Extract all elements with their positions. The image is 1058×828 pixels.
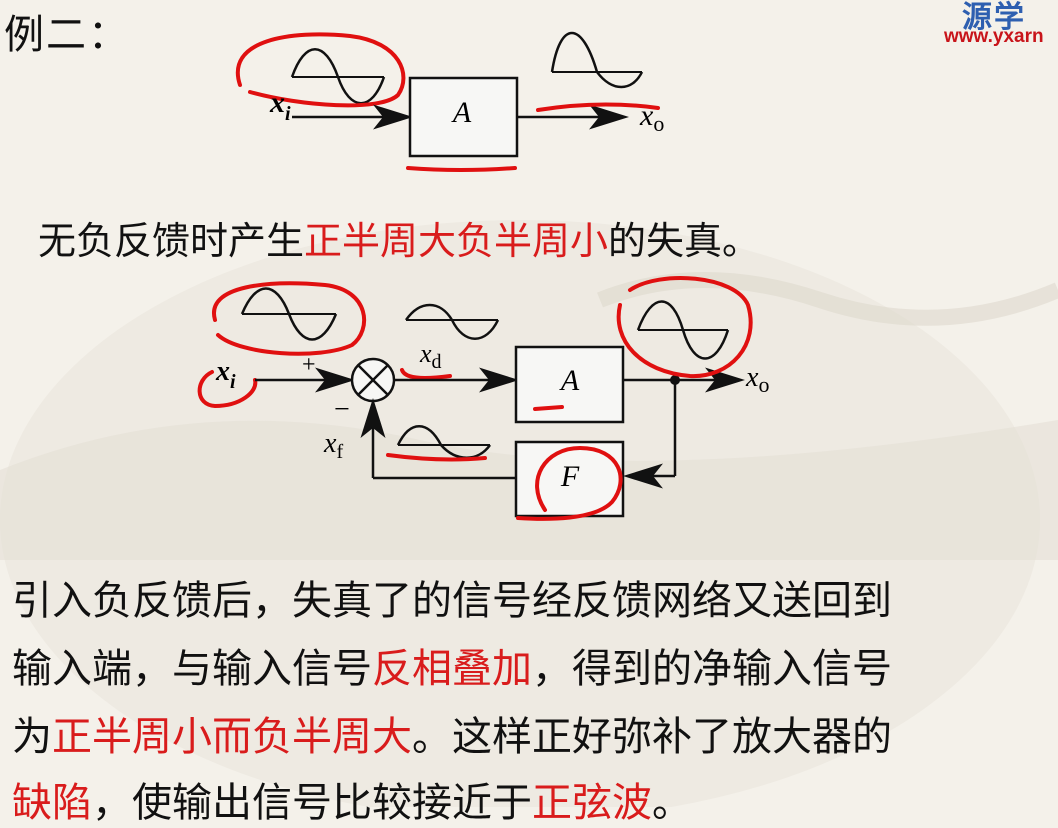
red-underline-block <box>406 166 517 172</box>
para-line3-b: 。这样正好弥补了放大器的 <box>412 714 892 760</box>
red-annotation-input <box>235 32 406 108</box>
para-line3-a: 为 <box>12 714 52 760</box>
xf-label: xf <box>323 428 343 463</box>
para-line4-highlight-2: 正弦波 <box>532 780 652 826</box>
red-underline-xf <box>386 453 487 462</box>
para-line4-a: ，使输出信号比较接近于 <box>92 780 532 826</box>
red-annotation-xd <box>400 368 452 380</box>
xf-waveform <box>396 425 492 459</box>
fb-input-label: xi <box>215 356 236 393</box>
para-line2-highlight: 反相叠加 <box>372 646 532 692</box>
amp-block-bottom-label: A <box>559 364 580 397</box>
minus-sign: − <box>334 394 350 425</box>
diagram-feedback-loop: xi + − xd A xo F xf <box>197 276 769 521</box>
fb-output-label: xo <box>745 362 769 397</box>
sentence1-after: 的失真。 <box>608 219 761 263</box>
para-line4-highlight-1: 缺陷 <box>12 780 92 826</box>
paragraph-line-1: 引入负反馈后，失真了的信号经反馈网络又送回到 <box>12 568 892 626</box>
diagram-open-loop: xi A xo <box>235 31 664 172</box>
paragraph-line-4: 缺陷，使输出信号比较接近于正弦波。 <box>12 770 692 828</box>
red-annotation-fb-input <box>212 281 367 356</box>
amp-block-top-label: A <box>451 96 472 129</box>
para-line3-highlight: 正半周小而负半周大 <box>52 714 412 760</box>
xd-label: xd <box>419 339 442 373</box>
sentence-open-loop: 无负反馈时产生正半周大负半周小的失真。 <box>38 210 760 265</box>
top-input-label: xi <box>269 86 291 125</box>
sentence1-highlight: 正半周大负半周小 <box>304 219 609 263</box>
para-line1: 引入负反馈后，失真了的信号经反馈网络又送回到 <box>12 578 892 624</box>
xd-waveform <box>404 303 500 340</box>
feedback-block-label: F <box>560 460 580 493</box>
para-line4-b: 。 <box>652 780 692 826</box>
paragraph-line-3: 为正半周小而负半周大。这样正好弥补了放大器的 <box>12 704 892 762</box>
para-line2-b: ，得到的净输入信号 <box>532 646 892 692</box>
sentence1-before: 无负反馈时产生 <box>38 219 305 263</box>
para-line2-a: 输入端，与输入信号 <box>12 646 372 692</box>
plus-sign: + <box>302 352 316 378</box>
paragraph-line-2: 输入端，与输入信号反相叠加，得到的净输入信号 <box>12 636 892 694</box>
red-underline-amp <box>533 405 564 411</box>
